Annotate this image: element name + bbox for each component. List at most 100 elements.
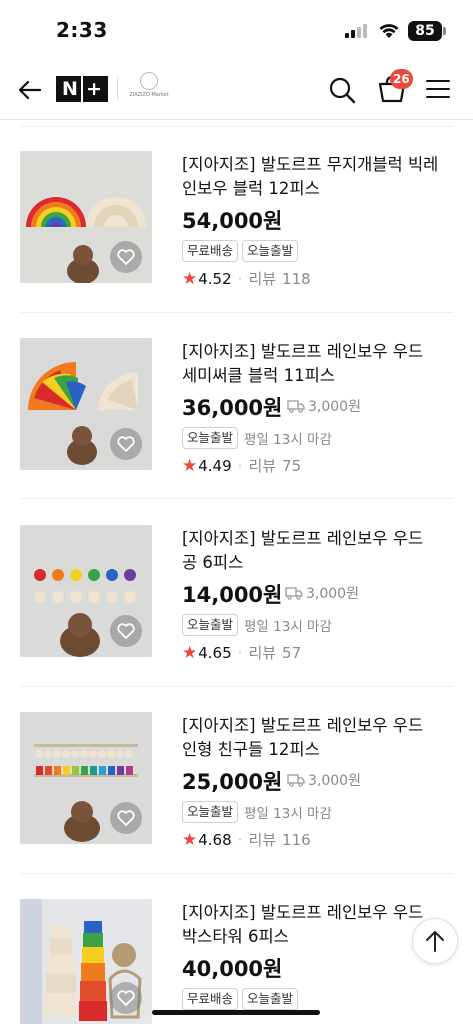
- product-title[interactable]: [지아지조] 발도르프 무지개블럭 빅레인보우 블럭 12피스: [182, 153, 442, 201]
- wishlist-button[interactable]: [110, 982, 142, 1014]
- product-tags: 오늘출발 평일 13시 마감: [182, 614, 332, 636]
- logo-plus: +: [86, 78, 102, 100]
- back-button[interactable]: [14, 74, 46, 106]
- today-shipping-tag: 오늘출발: [242, 240, 299, 262]
- rating-value: 4.49: [198, 456, 232, 475]
- battery-indicator: 85: [408, 21, 442, 41]
- header-divider: [0, 119, 473, 120]
- status-time: 2:33: [56, 18, 108, 42]
- hamburger-line-3: [426, 96, 450, 98]
- search-icon: [329, 77, 356, 104]
- today-shipping-tag: 오늘출발: [182, 614, 239, 636]
- rating-value: 4.65: [198, 643, 232, 662]
- brand-logo-text: ZIAZIZO Market: [129, 92, 169, 98]
- product-image[interactable]: [20, 525, 152, 657]
- product-title[interactable]: [지아지조] 발도르프 레인보우 우드 박스타워 6피스: [182, 901, 442, 949]
- free-shipping-tag: 무료배송: [182, 240, 239, 262]
- product-tags: 무료배송 오늘출발: [182, 240, 299, 262]
- back-arrow-icon: [18, 80, 42, 100]
- list-divider: [20, 126, 453, 127]
- hamburger-menu-icon: [426, 80, 450, 82]
- product-rating: ★ 4.65 · 리뷰 57: [182, 642, 301, 663]
- truck-icon: [287, 400, 305, 413]
- product-tags: 오늘출발 평일 13시 마감: [182, 801, 332, 823]
- product-title[interactable]: [지아지조] 발도르프 레인보우 우드 인형 친구들 12피스: [182, 714, 442, 762]
- truck-icon: [287, 774, 305, 787]
- review-label: 리뷰: [248, 270, 277, 288]
- separator-dot: ·: [237, 643, 243, 662]
- shipping-fee-value: 3,000원: [308, 399, 361, 415]
- product-price: 25,000원: [182, 770, 283, 794]
- today-shipping-tag: 오늘출발: [182, 801, 239, 823]
- list-divider: [20, 686, 453, 687]
- list-divider: [20, 873, 453, 874]
- product-rating: ★ 4.52 · 리뷰 118: [182, 268, 311, 289]
- review-label: 리뷰: [248, 644, 277, 662]
- shipping-deadline: 평일 13시 마감: [244, 619, 332, 635]
- product-image[interactable]: [20, 712, 152, 844]
- arrow-up-icon: [426, 931, 444, 952]
- review-count: 116: [282, 830, 311, 849]
- shipping-fee: 3,000원: [285, 583, 359, 603]
- app-header: N + ZIAZIZO Market 26: [0, 62, 473, 118]
- list-divider: [20, 498, 453, 499]
- brand-emblem-icon: [140, 72, 158, 90]
- shipping-deadline: 평일 13시 마감: [244, 806, 332, 822]
- product-tags: 오늘출발 평일 13시 마감: [182, 427, 332, 449]
- review-count: 118: [282, 269, 311, 288]
- product-image[interactable]: [20, 899, 152, 1024]
- separator-dot: ·: [237, 830, 243, 849]
- product-price: 36,000원: [182, 396, 283, 420]
- product-price: 54,000원: [182, 209, 283, 233]
- shipping-fee-value: 3,000원: [306, 586, 359, 602]
- star-icon: ★: [182, 268, 198, 289]
- wishlist-button[interactable]: [110, 615, 142, 647]
- truck-icon: [285, 587, 303, 600]
- product-title[interactable]: [지아지조] 발도르프 레인보우 우드 세미써클 블럭 11피스: [182, 340, 442, 388]
- home-indicator[interactable]: [152, 1010, 320, 1015]
- wifi-icon: [379, 24, 399, 38]
- shipping-deadline: 평일 13시 마감: [244, 432, 332, 448]
- product-title[interactable]: [지아지조] 발도르프 레인보우 우드 공 6피스: [182, 527, 442, 575]
- heart-icon: [117, 249, 135, 265]
- scroll-to-top-button[interactable]: [412, 918, 458, 964]
- cellular-signal-icon: [345, 24, 371, 38]
- hamburger-line-2: [426, 88, 450, 90]
- star-icon: ★: [182, 642, 198, 663]
- heart-icon: [117, 810, 135, 826]
- today-shipping-tag: 오늘출발: [182, 427, 239, 449]
- product-tags: 무료배송 오늘출발: [182, 988, 299, 1010]
- star-icon: ★: [182, 829, 198, 850]
- naver-plus-logo[interactable]: N +: [56, 76, 108, 102]
- heart-icon: [117, 436, 135, 452]
- separator-dot: ·: [237, 269, 243, 288]
- wishlist-button[interactable]: [110, 428, 142, 460]
- review-count: 75: [282, 456, 302, 475]
- shipping-fee: 3,000원: [287, 770, 361, 790]
- menu-button[interactable]: [426, 77, 452, 101]
- product-price: 40,000원: [182, 957, 283, 981]
- cart-count-badge: 26: [390, 69, 413, 89]
- product-rating: ★ 4.68 · 리뷰 116: [182, 829, 311, 850]
- search-button[interactable]: [328, 76, 356, 104]
- logo-n: N: [62, 78, 78, 100]
- product-image[interactable]: [20, 151, 152, 283]
- logo-separator: [80, 76, 83, 102]
- battery-cap: [443, 27, 446, 35]
- product-rating: ★ 4.49 · 리뷰 75: [182, 455, 301, 476]
- shipping-fee-value: 3,000원: [308, 773, 361, 789]
- product-image[interactable]: [20, 338, 152, 470]
- free-shipping-tag: 무료배송: [182, 988, 239, 1010]
- store-brand-logo[interactable]: ZIAZIZO Market: [126, 70, 172, 110]
- shipping-fee: 3,000원: [287, 396, 361, 416]
- today-shipping-tag: 오늘출발: [242, 988, 299, 1010]
- product-price: 14,000원: [182, 583, 283, 607]
- wishlist-button[interactable]: [110, 802, 142, 834]
- heart-icon: [117, 990, 135, 1006]
- status-bar: 2:33 85: [0, 0, 473, 62]
- review-label: 리뷰: [248, 831, 277, 849]
- wishlist-button[interactable]: [110, 241, 142, 273]
- separator-dot: ·: [237, 456, 243, 475]
- rating-value: 4.52: [198, 269, 232, 288]
- star-icon: ★: [182, 455, 198, 476]
